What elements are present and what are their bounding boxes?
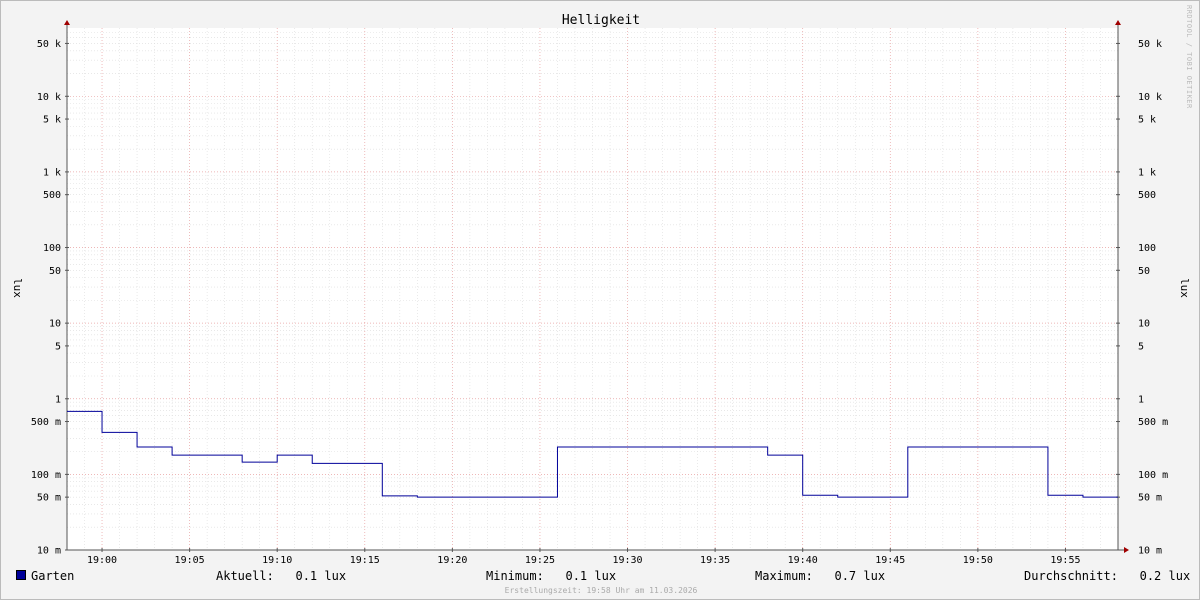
y-tick-label-left: 5	[55, 341, 61, 352]
x-tick-label: 19:15	[350, 555, 380, 566]
y-tick-label-right: 100 m	[1138, 470, 1168, 481]
x-tick-label: 19:55	[1050, 555, 1080, 566]
legend: Garten Aktuell: 0.1 lux Minimum: 0.1 lux…	[16, 569, 1191, 585]
y-tick-label-left: 500 m	[31, 417, 61, 428]
y-tick-label-left: 100 m	[31, 470, 61, 481]
stat-durchschnitt: Durchschnitt: 0.2 lux	[1024, 569, 1191, 583]
y-tick-label-right: 1	[1138, 394, 1144, 405]
x-axis-arrow	[1124, 547, 1129, 553]
y-tick-label-left: 500	[43, 190, 61, 201]
stat-aktuell: Aktuell: 0.1 lux	[216, 569, 347, 583]
chart-title: Helligkeit	[562, 13, 640, 28]
x-tick-label: 19:45	[875, 555, 905, 566]
y-tick-label-right: 500 m	[1138, 417, 1168, 428]
x-tick-label: 19:10	[262, 555, 292, 566]
y-tick-label-left: 10 m	[37, 546, 61, 557]
x-tick-label: 19:25	[525, 555, 555, 566]
x-tick-label: 19:05	[175, 555, 205, 566]
y-tick-label-left: 100	[43, 243, 61, 254]
chart-plot: 50 k 50 k 10 k 10 k 5 k 5 k 1 k 1 k 500 500 100 100…	[11, 13, 1191, 566]
y-tick-label-right: 50 k	[1138, 39, 1162, 50]
legend-series-name: Garten	[31, 569, 75, 583]
y-tick-label-left: 50	[49, 266, 61, 277]
y-tick-label-right: 5	[1138, 341, 1144, 352]
footer-timestamp: Erstellungszeit: 19:58 Uhr am 11.03.2026	[504, 586, 698, 595]
y-tick-label-left: 50 m	[37, 493, 61, 504]
graph-frame: 50 k 50 k 10 k 10 k 5 k 5 k 1 k 1 k 500 500 100 100…	[0, 0, 1200, 600]
y-axis-arrow-right	[1115, 20, 1121, 25]
watermark: RRDTOOL / TOBI OETIKER	[1185, 5, 1193, 109]
y-tick-label-left: 10	[49, 319, 61, 330]
y-tick-label-right: 50	[1138, 266, 1150, 277]
y-tick-label-right: 50 m	[1138, 493, 1162, 504]
x-tick-label: 19:35	[700, 555, 730, 566]
y-axis-label-left: lux	[11, 278, 24, 298]
y-tick-label-right: 5 k	[1138, 115, 1156, 126]
x-tick-label: 19:00	[87, 555, 117, 566]
y-axis-arrow-left	[64, 20, 70, 25]
x-tick-label: 19:30	[612, 555, 642, 566]
y-axis-label-right: lux	[1178, 278, 1191, 298]
x-tick-label: 19:50	[963, 555, 993, 566]
y-tick-label-left: 1 k	[43, 167, 61, 178]
stat-minimum: Minimum: 0.1 lux	[486, 569, 617, 583]
x-tick-label: 19:40	[788, 555, 818, 566]
legend-swatch	[16, 570, 26, 580]
y-tick-label-right: 10 k	[1138, 92, 1162, 103]
x-tick-label: 19:20	[437, 555, 467, 566]
y-tick-label-left: 10 k	[37, 92, 61, 103]
stat-maximum: Maximum: 0.7 lux	[755, 569, 886, 583]
y-tick-label-right: 500	[1138, 190, 1156, 201]
y-tick-label-right: 10	[1138, 319, 1150, 330]
y-tick-label-left: 1	[55, 394, 61, 405]
y-tick-label-left: 50 k	[37, 39, 61, 50]
y-tick-label-right: 100	[1138, 243, 1156, 254]
y-tick-label-right: 1 k	[1138, 167, 1156, 178]
y-tick-label-left: 5 k	[43, 115, 61, 126]
y-tick-label-right: 10 m	[1138, 546, 1162, 557]
